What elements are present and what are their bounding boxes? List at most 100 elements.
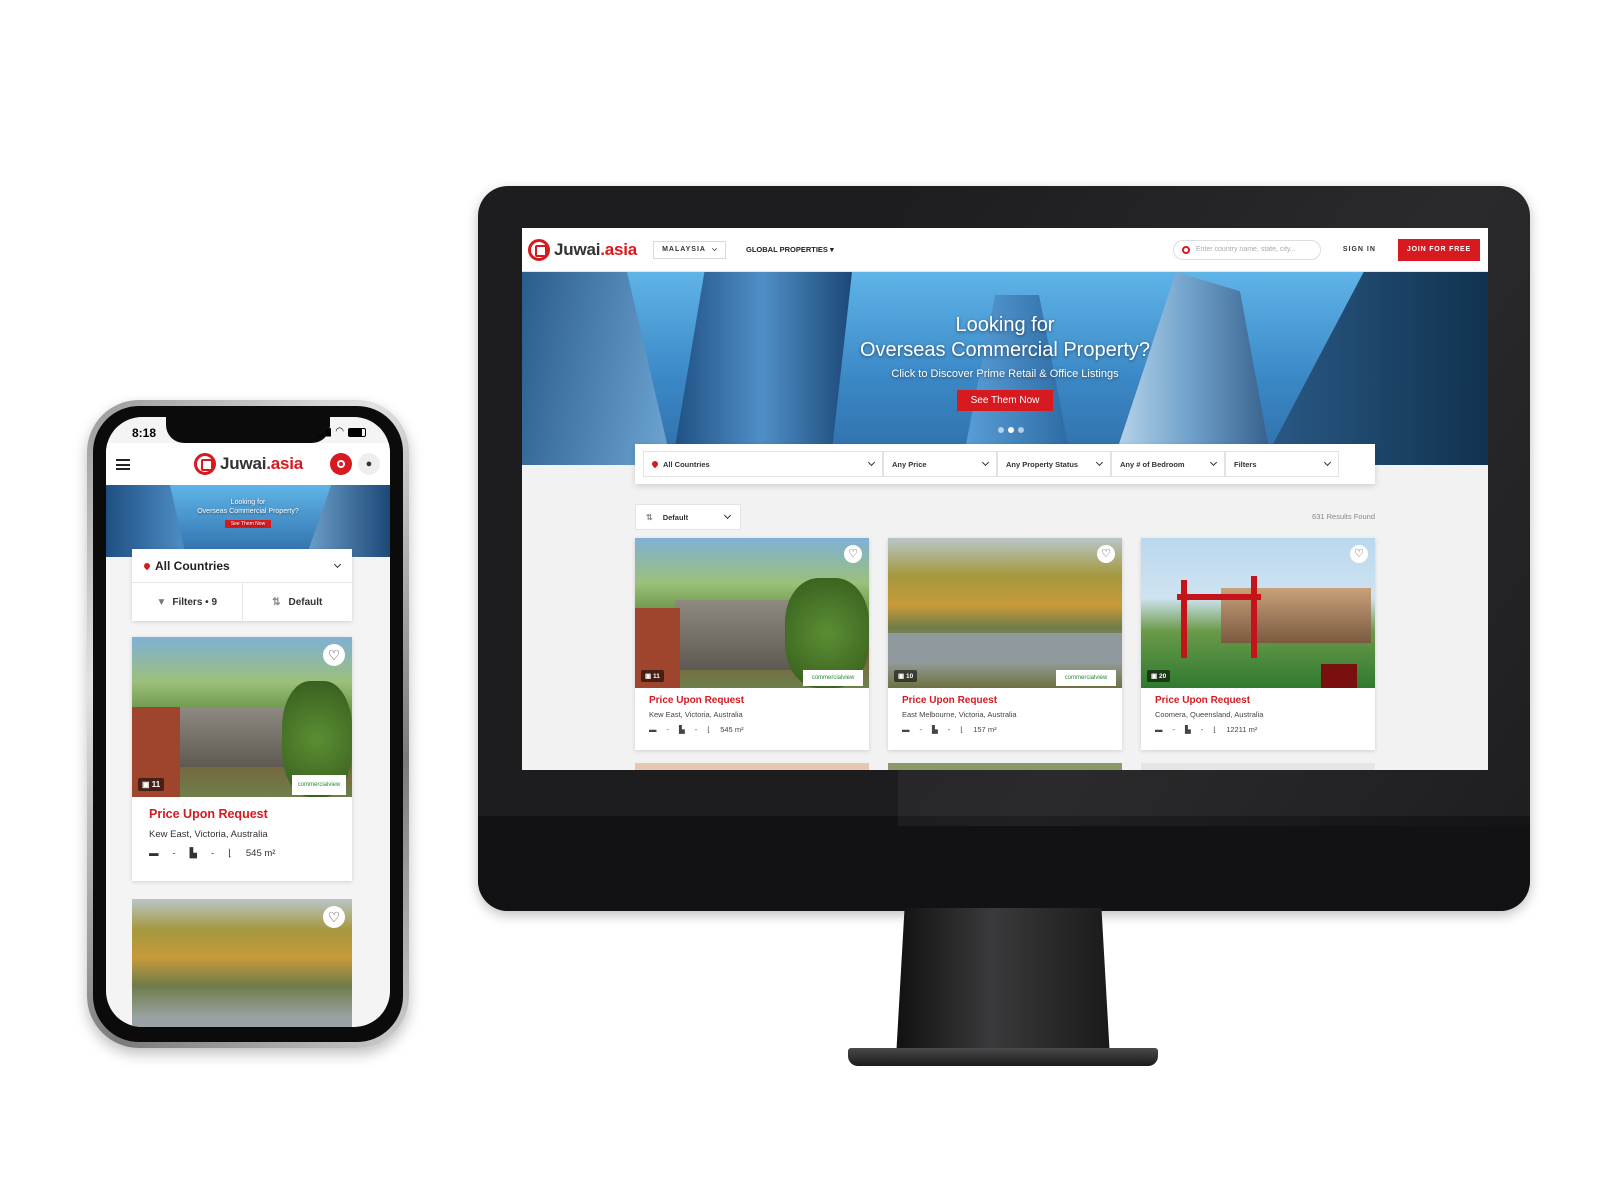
search-button[interactable] (330, 453, 352, 475)
global-properties-menu[interactable]: GLOBAL PROPERTIES ▾ (746, 245, 834, 254)
battery-icon (348, 427, 366, 437)
listing-location: East Melbourne, Victoria, Australia (902, 710, 1017, 719)
listing-card-partial[interactable]: ♡ (132, 899, 352, 1027)
bed-icon: ▬ (149, 848, 159, 859)
listing-photo: ♡ ▣ 10 commercialview (888, 538, 1122, 688)
area-icon: ⌊ (1213, 725, 1217, 734)
agency-logo (1321, 664, 1357, 688)
sort-dropdown[interactable]: ⇅ Default (635, 504, 741, 530)
agency-logo: commercialview (292, 775, 346, 795)
hero-title-line2: Overseas Commercial Property? (197, 507, 299, 515)
hero-banner[interactable]: Looking for Overseas Commercial Property… (522, 272, 1488, 465)
location-pin-icon (142, 561, 152, 570)
hero-title-line1: Looking for (955, 314, 1055, 336)
wifi-icon: ◠ (335, 426, 344, 437)
sort-button[interactable]: ⇅ Default (241, 583, 353, 621)
search-icon (1181, 245, 1190, 254)
monitor-chin (478, 816, 1530, 911)
see-them-now-button[interactable]: See Them Now (956, 390, 1054, 411)
listing-photo: ♡ ▣ 11 commercialview (635, 538, 869, 688)
area-icon: ⌊ (228, 848, 232, 859)
listing-location: Kew East, Victoria, Australia (149, 829, 268, 840)
area-icon: ⌊ (707, 725, 711, 734)
desktop-screen: Juwai.asia MALAYSIA GLOBAL PROPERTIES ▾ … (522, 228, 1488, 770)
chevron-down-icon (981, 458, 990, 467)
mobile-header: Juwai.asia ● (106, 443, 390, 485)
listing-features: ▬ - ▙ - ⌊ 545 m² (649, 725, 744, 734)
search-input[interactable]: Enter country name, state, city... (1172, 239, 1321, 260)
listing-card-partial[interactable] (635, 763, 869, 770)
sort-icon: ⇅ (646, 512, 653, 522)
country-filter[interactable]: All Countries (643, 451, 883, 477)
bed-icon: ▬ (1155, 725, 1163, 734)
country-filter[interactable]: All Countries (132, 549, 352, 583)
listing-price: Price Upon Request (1155, 695, 1251, 706)
see-them-now-button[interactable]: See Them Now (224, 519, 272, 528)
bath-icon: ▙ (1185, 725, 1191, 734)
bath-icon: ▙ (679, 725, 685, 734)
bath-icon: ▙ (189, 848, 197, 859)
mobile-screen: 8:18 ◠ Juwai.asia ● Looking for Overseas… (106, 417, 390, 1027)
bath-icon: ▙ (932, 725, 938, 734)
hero-text: Looking for Overseas Commercial Property… (522, 314, 1488, 411)
photo-count-badge: ▣ 11 (138, 778, 165, 791)
favorite-heart-icon[interactable]: ♡ (1097, 545, 1115, 563)
status-time: 8:18 (132, 426, 157, 440)
listing-location: Coomera, Queensland, Australia (1155, 710, 1264, 719)
listing-features: ▬ - ▙ - ⌊ 12211 m² (1155, 725, 1258, 734)
phone-notch (166, 417, 330, 443)
search-icon (337, 460, 345, 468)
hamburger-menu-icon[interactable] (116, 458, 130, 470)
carousel-dots[interactable] (998, 427, 1024, 433)
mobile-logo[interactable]: Juwai.asia (194, 453, 303, 475)
filter-funnel-icon: ▼ (156, 596, 167, 608)
monitor-stand (896, 908, 1110, 1058)
photo-count-badge: ▣ 20 (1147, 670, 1171, 682)
listing-price: Price Upon Request (902, 695, 998, 706)
desktop-header: Juwai.asia MALAYSIA GLOBAL PROPERTIES ▾ … (522, 228, 1488, 272)
listing-card[interactable]: ♡ ▣ 20 Price Upon Request Coomera, Queen… (1141, 538, 1375, 750)
listing-price: Price Upon Request (149, 807, 268, 821)
favorite-heart-icon[interactable]: ♡ (1350, 545, 1368, 563)
favorite-heart-icon[interactable]: ♡ (323, 644, 345, 666)
filter-bar: All Countries Any Price Any Property Sta… (635, 444, 1375, 484)
mobile-hero-text: Looking for Overseas Commercial Property… (106, 499, 390, 528)
sort-icon: ⇅ (272, 596, 281, 608)
favorite-heart-icon[interactable]: ♡ (844, 545, 862, 563)
juwai-logo-icon (194, 453, 216, 475)
mobile-hero-banner[interactable]: Looking for Overseas Commercial Property… (106, 485, 390, 557)
location-pin-icon (650, 459, 660, 468)
user-icon[interactable]: ● (358, 453, 380, 475)
sign-in-link[interactable]: SIGN IN (1343, 246, 1376, 253)
hero-subtitle: Click to Discover Prime Retail & Office … (891, 368, 1119, 380)
listing-photo: ♡ ▣ 20 (1141, 538, 1375, 688)
more-filters[interactable]: Filters (1225, 451, 1339, 477)
listing-location: Kew East, Victoria, Australia (649, 710, 743, 719)
listing-features: ▬ - ▙ - ⌊ 545 m² (149, 848, 276, 859)
mobile-filter-panel: All Countries ▼ Filters • 9 ⇅ Default (132, 549, 352, 621)
listing-card[interactable]: ♡ ▣ 10 commercialview Price Upon Request… (888, 538, 1122, 750)
photo-count-badge: ▣ 10 (894, 670, 918, 682)
country-selector[interactable]: MALAYSIA (653, 240, 726, 259)
chevron-down-icon (1209, 458, 1218, 467)
area-icon: ⌊ (960, 725, 964, 734)
listing-card-partial[interactable] (1141, 763, 1375, 770)
chevron-down-icon (712, 245, 717, 251)
filters-button[interactable]: ▼ Filters • 9 (132, 583, 242, 621)
price-filter[interactable]: Any Price (883, 451, 997, 477)
bedroom-filter[interactable]: Any # of Bedroom (1111, 451, 1225, 477)
status-filter[interactable]: Any Property Status (997, 451, 1111, 477)
join-button[interactable]: JOIN FOR FREE (1397, 238, 1480, 261)
results-count: 631 Results Found (1312, 512, 1375, 521)
favorite-heart-icon[interactable]: ♡ (323, 906, 345, 928)
listing-card-partial[interactable] (888, 763, 1122, 770)
juwai-logo-icon (528, 238, 550, 261)
hero-title-line2: Overseas Commercial Property? (859, 339, 1151, 361)
listing-card[interactable]: ♡ ▣ 11 commercialview Price Upon Request… (635, 538, 869, 750)
desktop-logo[interactable]: Juwai.asia (528, 238, 637, 261)
listing-card[interactable]: ♡ ▣ 11 commercialview Price Upon Request… (132, 637, 352, 881)
bed-icon: ▬ (649, 725, 657, 734)
agency-logo: commercialview (1056, 670, 1116, 686)
chevron-down-icon (867, 458, 876, 467)
hero-title-line1: Looking for (230, 499, 266, 506)
